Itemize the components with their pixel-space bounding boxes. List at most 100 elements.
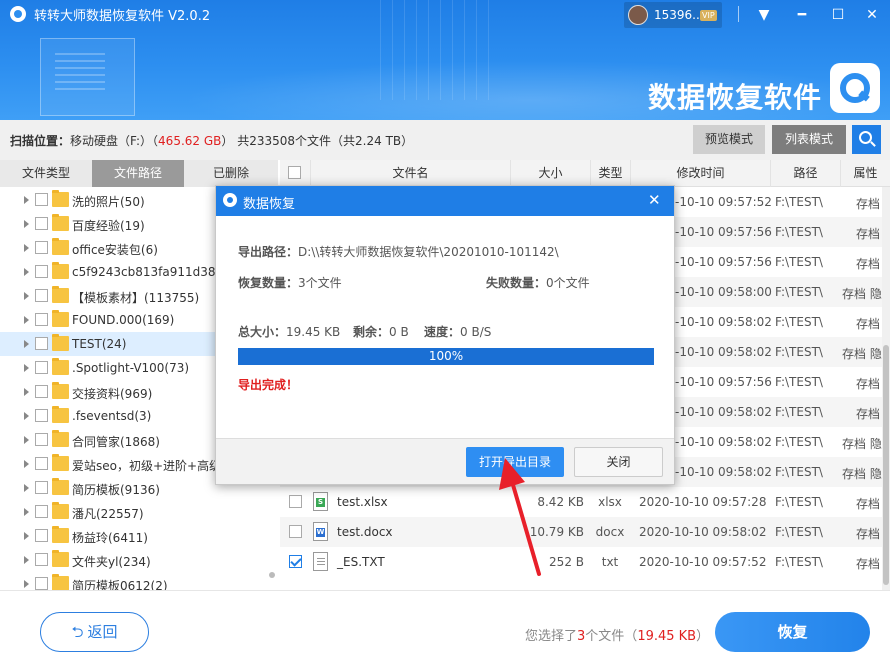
txt-file-icon	[313, 552, 328, 571]
expand-arrow-icon[interactable]	[24, 580, 29, 588]
table-row[interactable]: _ES.TXT 252 Btxt 2020-10-10 09:57:52 F:\TES…	[280, 547, 890, 577]
text-line	[317, 561, 325, 562]
folder-icon	[52, 214, 69, 231]
preview-mode-button[interactable]: 预览模式	[693, 125, 765, 154]
col-path[interactable]: 路径	[770, 160, 840, 187]
table-scrollbar[interactable]	[882, 187, 890, 590]
select-all-checkbox[interactable]	[288, 166, 301, 179]
selection-size: 19.45 KB	[637, 629, 697, 644]
expand-arrow-icon[interactable]	[24, 268, 29, 276]
folder-icon	[52, 502, 69, 519]
tree-checkbox[interactable]	[35, 577, 48, 590]
tree-item[interactable]: 杨益玲(6411)	[0, 524, 272, 548]
expand-arrow-icon[interactable]	[24, 220, 29, 228]
expand-arrow-icon[interactable]	[24, 196, 29, 204]
expand-arrow-icon[interactable]	[24, 412, 29, 420]
folder-icon	[52, 454, 69, 471]
expand-arrow-icon[interactable]	[24, 436, 29, 444]
tree-item[interactable]: 潘凡(22557)	[0, 500, 272, 524]
scan-info-bar: 扫描位置：移动硬盘（F:）（465.62 GB） 共233508个文件（共2.2…	[0, 120, 890, 160]
tree-item[interactable]: 文件夹yl(234)	[0, 548, 272, 572]
scan-size-close: ）	[221, 134, 234, 148]
tab-deleted[interactable]: 已删除	[184, 160, 278, 187]
restore-button[interactable]: 恢复	[715, 612, 870, 652]
xlsx-file-icon: S	[313, 492, 328, 511]
tree-checkbox[interactable]	[35, 457, 48, 470]
tree-checkbox[interactable]	[35, 193, 48, 206]
speed: 速度：0 B/S	[424, 323, 491, 340]
export-path: 导出路径：D:\\转转大师数据恢复软件\20201010-101142\	[238, 243, 559, 260]
tree-checkbox[interactable]	[35, 433, 48, 446]
cell-attr: 存档	[856, 527, 881, 541]
cell-modified: -10-10 09:58:00	[675, 285, 772, 299]
col-size[interactable]: 大小	[510, 160, 590, 187]
tree-checkbox[interactable]	[35, 481, 48, 494]
expand-arrow-icon[interactable]	[24, 244, 29, 252]
tree-checkbox[interactable]	[35, 265, 48, 278]
expand-arrow-icon[interactable]	[24, 316, 29, 324]
cell-attr: 存档	[856, 407, 881, 421]
title-divider	[738, 6, 739, 22]
arrow-shaft	[509, 476, 541, 576]
expand-arrow-icon[interactable]	[24, 388, 29, 396]
tree-checkbox[interactable]	[35, 337, 48, 350]
tree-checkbox[interactable]	[35, 217, 48, 230]
row-checkbox[interactable]	[289, 525, 302, 538]
close-window-button[interactable]: ✕	[854, 2, 890, 28]
tree-checkbox[interactable]	[35, 553, 48, 566]
tree-checkbox[interactable]	[35, 385, 48, 398]
table-row[interactable]: Wtest.docx 10.79 KB docx 2020-10-10 09:58:0…	[280, 517, 890, 547]
row-checkbox[interactable]	[289, 495, 302, 508]
col-filename[interactable]: 文件名	[310, 160, 510, 187]
user-account[interactable]: 15396... VIP	[624, 2, 722, 28]
docx-file-icon: W	[313, 522, 328, 541]
tab-file-path[interactable]: 文件路径	[92, 160, 184, 187]
scroll-dot	[269, 572, 275, 578]
footer: ⮌ 返回 您选择了3个文件（19.45 KB） 恢复	[0, 590, 890, 671]
expand-arrow-icon[interactable]	[24, 340, 29, 348]
expand-arrow-icon[interactable]	[24, 532, 29, 540]
col-modified[interactable]: 修改时间	[630, 160, 770, 187]
cell-modified: -10-10 09:58:02	[675, 435, 772, 449]
search-button[interactable]	[852, 125, 881, 154]
folder-icon	[52, 550, 69, 567]
tree-item[interactable]: 简历模板0612(2)	[0, 572, 272, 590]
cell-path: F:\TEST\	[775, 285, 823, 299]
dialog-close-button[interactable]: 关闭	[574, 447, 663, 477]
folder-icon	[52, 334, 69, 351]
back-button[interactable]: ⮌ 返回	[40, 612, 149, 652]
scan-disk-size: 465.62 GB	[158, 134, 222, 148]
selection-mid: 个文件（	[585, 629, 638, 644]
folder-icon	[52, 574, 69, 590]
expand-arrow-icon[interactable]	[24, 364, 29, 372]
tree-checkbox[interactable]	[35, 313, 48, 326]
tab-file-type[interactable]: 文件类型	[0, 160, 92, 187]
maximize-button[interactable]: ☐	[820, 2, 856, 28]
row-checkbox[interactable]	[289, 555, 302, 568]
expand-arrow-icon[interactable]	[24, 460, 29, 468]
tree-checkbox[interactable]	[35, 289, 48, 302]
expand-arrow-icon[interactable]	[24, 292, 29, 300]
cell-type: txt	[601, 555, 619, 569]
tree-checkbox[interactable]	[35, 361, 48, 374]
dialog-close-icon[interactable]: ✕	[648, 191, 661, 209]
tree-checkbox[interactable]	[35, 409, 48, 422]
dropdown-menu-icon[interactable]: ▼	[746, 2, 782, 28]
table-row[interactable]: Stest.xlsx 8.42 KB xlsx 2020-10-10 09:57:28…	[280, 487, 890, 517]
tree-item-label: 交接资料(969)	[72, 387, 153, 401]
minimize-button[interactable]: ━	[784, 2, 820, 28]
tree-checkbox[interactable]	[35, 505, 48, 518]
cell-path: F:\TEST\	[775, 375, 823, 389]
tree-checkbox[interactable]	[35, 241, 48, 254]
cell-attr: 存档	[856, 197, 881, 211]
cell-attr: 存档 隐	[842, 437, 882, 451]
list-mode-button[interactable]: 列表模式	[772, 125, 846, 154]
col-attr[interactable]: 属性	[840, 160, 890, 187]
expand-arrow-icon[interactable]	[24, 508, 29, 516]
col-type[interactable]: 类型	[590, 160, 630, 187]
scrollbar-thumb[interactable]	[883, 345, 889, 585]
expand-arrow-icon[interactable]	[24, 484, 29, 492]
expand-arrow-icon[interactable]	[24, 556, 29, 564]
cell-attr: 存档 隐	[842, 287, 882, 301]
tree-checkbox[interactable]	[35, 529, 48, 542]
